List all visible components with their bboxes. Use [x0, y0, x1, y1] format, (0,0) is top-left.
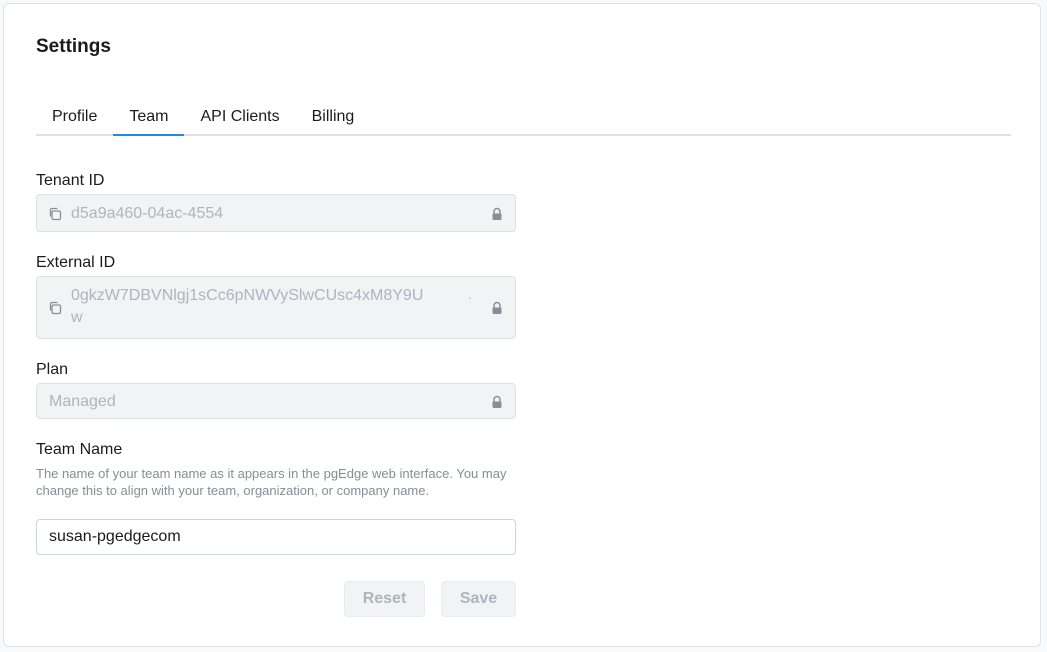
tab-profile[interactable]: Profile [36, 100, 113, 134]
plan-label: Plan [36, 361, 69, 378]
plan-field[interactable]: Managed [36, 383, 516, 419]
lock-icon [492, 301, 502, 314]
tenant-id-value: d5a9a460-04ac-4554 [71, 205, 224, 222]
reset-button[interactable]: Reset [344, 581, 425, 617]
scroll-indicator [469, 297, 471, 299]
tab-team[interactable]: Team [113, 100, 185, 136]
team-name-input[interactable] [36, 519, 516, 555]
save-button[interactable]: Save [441, 581, 516, 617]
settings-card: Settings Profile Team API Clients Billin… [3, 3, 1041, 647]
lock-icon [492, 395, 502, 408]
team-name-label: Team Name [36, 441, 123, 458]
external-id-field[interactable]: 0gkzW7DBVNlgj1sCc6pNWVySlwCUsc4xM8Y9Uw [36, 276, 516, 339]
tenant-id-label: Tenant ID [36, 172, 105, 189]
external-id-label: External ID [36, 254, 116, 271]
tab-billing[interactable]: Billing [296, 100, 371, 134]
plan-value: Managed [49, 393, 116, 410]
team-name-description: The name of your team name as it appears… [36, 466, 507, 498]
tab-api-clients[interactable]: API Clients [184, 100, 295, 134]
copy-icon[interactable] [48, 301, 62, 315]
tab-bar: Profile Team API Clients Billing [36, 100, 1011, 136]
tenant-id-field[interactable]: d5a9a460-04ac-4554 [36, 194, 516, 232]
page-title: Settings [36, 36, 111, 57]
external-id-value: 0gkzW7DBVNlgj1sCc6pNWVySlwCUsc4xM8Y9Uw [71, 287, 424, 326]
lock-icon [492, 207, 502, 220]
copy-icon[interactable] [48, 207, 62, 221]
